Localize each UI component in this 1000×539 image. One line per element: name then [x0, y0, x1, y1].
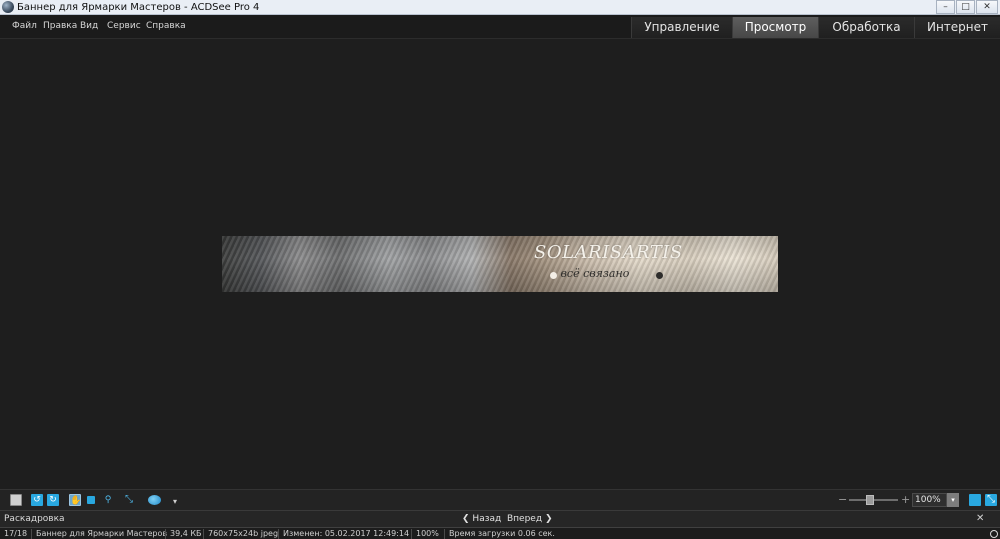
app-logo-icon [2, 1, 14, 13]
back-button[interactable]: ❮ Назад [462, 514, 501, 524]
zoom-slider-thumb[interactable] [866, 495, 874, 505]
title-bar: Баннер для Ярмарки Мастеров - ACDSee Pro… [0, 0, 1000, 15]
fit-icon[interactable]: ⤡ [123, 494, 135, 506]
forward-label: Вперед [507, 514, 543, 524]
window-title: Баннер для Ярмарки Мастеров - ACDSee Pro… [17, 2, 260, 13]
image-title-text: SOLARISARTIS [534, 242, 683, 263]
menu-view[interactable]: Вид [80, 21, 98, 31]
rotate-right-icon[interactable]: ↻ [47, 494, 59, 506]
zoom-tool-icon[interactable]: ⚲ [102, 494, 114, 506]
chevron-left-icon: ❮ [462, 514, 470, 524]
status-indicator-icon [990, 530, 998, 538]
menu-help[interactable]: Справка [146, 21, 186, 31]
tab-process[interactable]: Обработка [818, 17, 914, 38]
displayed-image[interactable]: SOLARISARTIS всё связано [222, 236, 778, 292]
zoom-dropdown-button[interactable]: ▾ [947, 493, 959, 507]
chevron-right-icon: ❯ [544, 514, 553, 524]
image-shading [222, 236, 778, 292]
tab-view[interactable]: Просмотр [732, 17, 818, 38]
filmstrip-icon[interactable] [10, 494, 22, 506]
status-file-size: 39,4 КБ [165, 529, 202, 539]
status-zoom: 100% [411, 529, 439, 539]
status-load-time: Время загрузки 0.06 сек. [444, 529, 555, 539]
menu-bar: Файл Правка Вид Сервис Справка Управлени… [0, 15, 1000, 39]
back-label: Назад [472, 514, 502, 524]
zoom-in-button[interactable]: + [901, 493, 910, 506]
acdsee-window: Баннер для Ярмарки Мастеров - ACDSee Pro… [0, 0, 1000, 539]
close-button[interactable]: ✕ [976, 0, 998, 14]
share-icon[interactable] [148, 495, 161, 505]
status-modified: Изменен: 05.02.2017 12:49:14 [278, 529, 409, 539]
status-filename: Баннер для Ярмарки Мастеров [31, 529, 167, 539]
dot-right-icon [656, 272, 663, 279]
filmstrip-close-icon[interactable]: ✕ [976, 513, 984, 524]
minimize-button[interactable]: – [936, 0, 955, 14]
more-icon[interactable]: ▾ [169, 496, 181, 508]
filmstrip-label: Раскадровка [4, 514, 65, 524]
select-icon[interactable] [87, 496, 95, 504]
filmstrip-panel: Раскадровка ❮ Назад Вперед ❯ ✕ [0, 510, 1000, 527]
menu-service[interactable]: Сервис [107, 21, 141, 31]
image-viewer[interactable]: SOLARISARTIS всё связано [0, 40, 1000, 489]
tab-manage[interactable]: Управление [631, 17, 732, 38]
maximize-button[interactable]: □ [956, 0, 975, 14]
status-dimensions: 760x75x24b jpeg [203, 529, 278, 539]
image-subtitle-text: всё связано [550, 267, 630, 280]
zoom-level-field[interactable]: 100% [912, 493, 947, 507]
actual-size-icon[interactable] [969, 494, 981, 506]
menu-file[interactable]: Файл [12, 21, 37, 31]
tab-online[interactable]: Интернет [914, 17, 1000, 38]
image-subtitle-label: всё связано [560, 267, 630, 280]
status-bar: 17/18 Баннер для Ярмарки Мастеров 39,4 К… [0, 527, 1000, 539]
status-position: 17/18 [4, 529, 28, 538]
rotate-left-icon[interactable]: ↺ [31, 494, 43, 506]
fit-to-window-icon[interactable]: ⤡ [985, 494, 997, 506]
viewer-toolbar: ↺ ↻ ✋ ⚲ ⤡ ▾ − + 100% ▾ ⤡ [0, 489, 1000, 510]
hand-pan-icon[interactable]: ✋ [69, 494, 81, 506]
zoom-out-button[interactable]: − [838, 493, 847, 506]
menu-edit[interactable]: Правка [43, 21, 77, 31]
forward-button[interactable]: Вперед ❯ [507, 514, 553, 524]
